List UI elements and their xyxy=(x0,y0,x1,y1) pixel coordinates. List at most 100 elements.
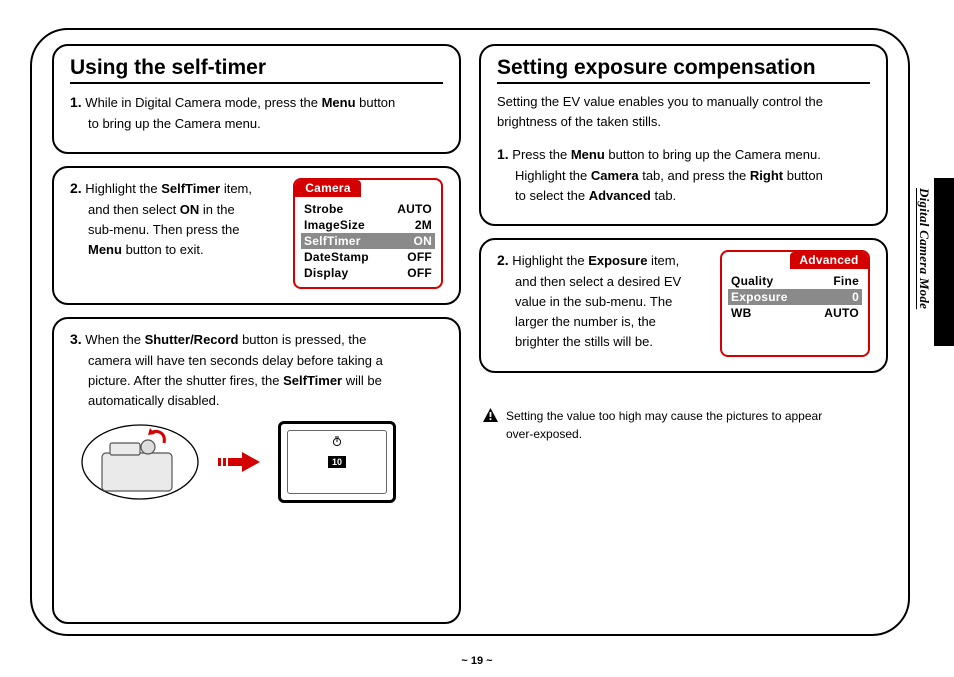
menu-row-value: OFF xyxy=(407,250,432,264)
left-box-heading-step1: Using the self-timer 1. While in Digital… xyxy=(52,44,461,154)
menu-row-value: 0 xyxy=(852,290,859,304)
illustration-row: 10 xyxy=(70,421,443,503)
left-step2-text: 2. Highlight the SelfTimer item, and the… xyxy=(70,178,279,285)
text: brightness of the taken stills. xyxy=(497,112,870,132)
menu-row: Display OFF xyxy=(301,265,435,281)
text: automatically disabled. xyxy=(70,391,443,411)
text: Highlight the xyxy=(509,253,589,268)
text: to bring up the Camera menu. xyxy=(70,114,443,134)
text: button xyxy=(356,95,396,110)
lcd-countdown: 10 xyxy=(328,456,346,468)
camera-illustration xyxy=(80,423,200,501)
text: Press the xyxy=(509,147,571,162)
step-number: 2. xyxy=(70,180,82,196)
lcd-screen: 10 xyxy=(278,421,396,503)
menu-row-label: ImageSize xyxy=(304,218,365,232)
right-column: Setting exposure compensation Setting th… xyxy=(479,44,888,624)
side-section-label: Digital Camera Mode xyxy=(916,188,932,348)
menu-row-label: Exposure xyxy=(731,290,788,304)
left-step1: 1. While in Digital Camera mode, press t… xyxy=(70,92,443,134)
text: value in the sub-menu. The xyxy=(497,292,706,312)
step-number: 1. xyxy=(70,94,82,110)
menu-row-label: DateStamp xyxy=(304,250,369,264)
menu-row-label: WB xyxy=(731,306,751,320)
text: item, xyxy=(647,253,679,268)
text: Setting the value too high may cause the… xyxy=(506,409,822,423)
menu-word: Menu xyxy=(322,95,356,110)
text: Highlight the Camera tab, and press the … xyxy=(497,166,870,186)
on-word: ON xyxy=(180,202,200,217)
left-step3: 3. When the Shutter/Record button is pre… xyxy=(70,329,443,411)
menu-word: Menu xyxy=(571,147,605,162)
right-word: Right xyxy=(750,168,783,183)
text: to select the Advanced tab. xyxy=(497,186,870,206)
text: and then select ON in the xyxy=(70,200,279,220)
menu-row-value: Fine xyxy=(833,274,859,288)
step-number: 3. xyxy=(70,331,82,347)
step-number: 1. xyxy=(497,146,509,162)
menu-row-label: SelfTimer xyxy=(304,234,361,248)
step-number: 2. xyxy=(497,252,509,268)
advanced-menu-panel: Advanced Quality Fine Exposure 0 WB AUTO xyxy=(720,250,870,356)
warning-row: Setting the value too high may cause the… xyxy=(479,407,888,444)
right-step1: 1. Press the Menu button to bring up the… xyxy=(497,144,870,206)
camera-menu-tab: Camera xyxy=(295,180,361,197)
text: and then select a desired EV xyxy=(497,272,706,292)
menu-row-value: OFF xyxy=(407,266,432,280)
selftimer-word: SelfTimer xyxy=(161,181,220,196)
right-heading: Setting exposure compensation xyxy=(497,56,870,84)
arrow-icon xyxy=(218,451,260,473)
left-box-step3: 3. When the Shutter/Record button is pre… xyxy=(52,317,461,624)
text: button is pressed, the xyxy=(238,332,366,347)
text: over-exposed. xyxy=(506,427,582,441)
menu-row: Strobe AUTO xyxy=(301,201,435,217)
advanced-word: Advanced xyxy=(589,188,651,203)
camera-menu-rows: StrobeAUTOImageSize2MSelfTimerONDateStam… xyxy=(295,197,441,287)
shutter-word: Shutter/Record xyxy=(145,332,239,347)
text: Setting the EV value enables you to manu… xyxy=(497,92,870,112)
step2-wrap: 2. Highlight the Exposure item, and then… xyxy=(497,250,870,356)
left-column: Using the self-timer 1. While in Digital… xyxy=(52,44,461,624)
text: sub-menu. Then press the xyxy=(70,220,279,240)
menu-row: Quality Fine xyxy=(728,273,862,289)
menu-row-value: AUTO xyxy=(824,306,859,320)
advanced-menu-rows: Quality Fine Exposure 0 WB AUTO xyxy=(722,269,868,327)
menu-row: ImageSize 2M xyxy=(301,217,435,233)
menu-row-value: 2M xyxy=(415,218,432,232)
camera-menu-panel: Camera StrobeAUTOImageSize2MSelfTimerOND… xyxy=(293,178,443,289)
warning-text: Setting the value too high may cause the… xyxy=(506,407,822,444)
left-box-step2: 2. Highlight the SelfTimer item, and the… xyxy=(52,166,461,305)
menu-row-label: Display xyxy=(304,266,348,280)
text: item, xyxy=(220,181,252,196)
left-heading: Using the self-timer xyxy=(70,56,443,84)
text: camera will have ten seconds delay befor… xyxy=(70,351,443,371)
camera-word: Camera xyxy=(591,168,639,183)
menu-row-label: Strobe xyxy=(304,202,343,216)
right-box-heading-step1: Setting exposure compensation Setting th… xyxy=(479,44,888,226)
menu-word: Menu xyxy=(88,242,122,257)
right-intro: Setting the EV value enables you to manu… xyxy=(497,92,870,132)
text: Highlight the xyxy=(82,181,162,196)
right-box-step2: 2. Highlight the Exposure item, and then… xyxy=(479,238,888,372)
menu-row: Exposure 0 xyxy=(728,289,862,305)
text: Menu button to exit. xyxy=(70,240,279,260)
menu-row-value: ON xyxy=(414,234,432,248)
menu-row-value: AUTO xyxy=(397,202,432,216)
timer-icon xyxy=(332,436,343,450)
page-number: ~ 19 ~ xyxy=(461,655,492,667)
selftimer-word: SelfTimer xyxy=(283,373,342,388)
advanced-menu-tab: Advanced xyxy=(790,252,868,269)
menu-row-label: Quality xyxy=(731,274,773,288)
step2-wrap: 2. Highlight the SelfTimer item, and the… xyxy=(70,178,443,289)
text: When the xyxy=(82,332,145,347)
right-step2-text: 2. Highlight the Exposure item, and then… xyxy=(497,250,706,352)
menu-row: DateStamp OFF xyxy=(301,249,435,265)
menu-row: WB AUTO xyxy=(728,305,862,321)
text: button to bring up the Camera menu. xyxy=(605,147,821,162)
text: larger the number is, the xyxy=(497,312,706,332)
side-thumb-tab xyxy=(934,178,954,346)
page-frame: Using the self-timer 1. While in Digital… xyxy=(30,28,910,636)
exposure-word: Exposure xyxy=(588,253,647,268)
text: brighter the stills will be. xyxy=(497,332,706,352)
text: picture. After the shutter fires, the Se… xyxy=(70,371,443,391)
